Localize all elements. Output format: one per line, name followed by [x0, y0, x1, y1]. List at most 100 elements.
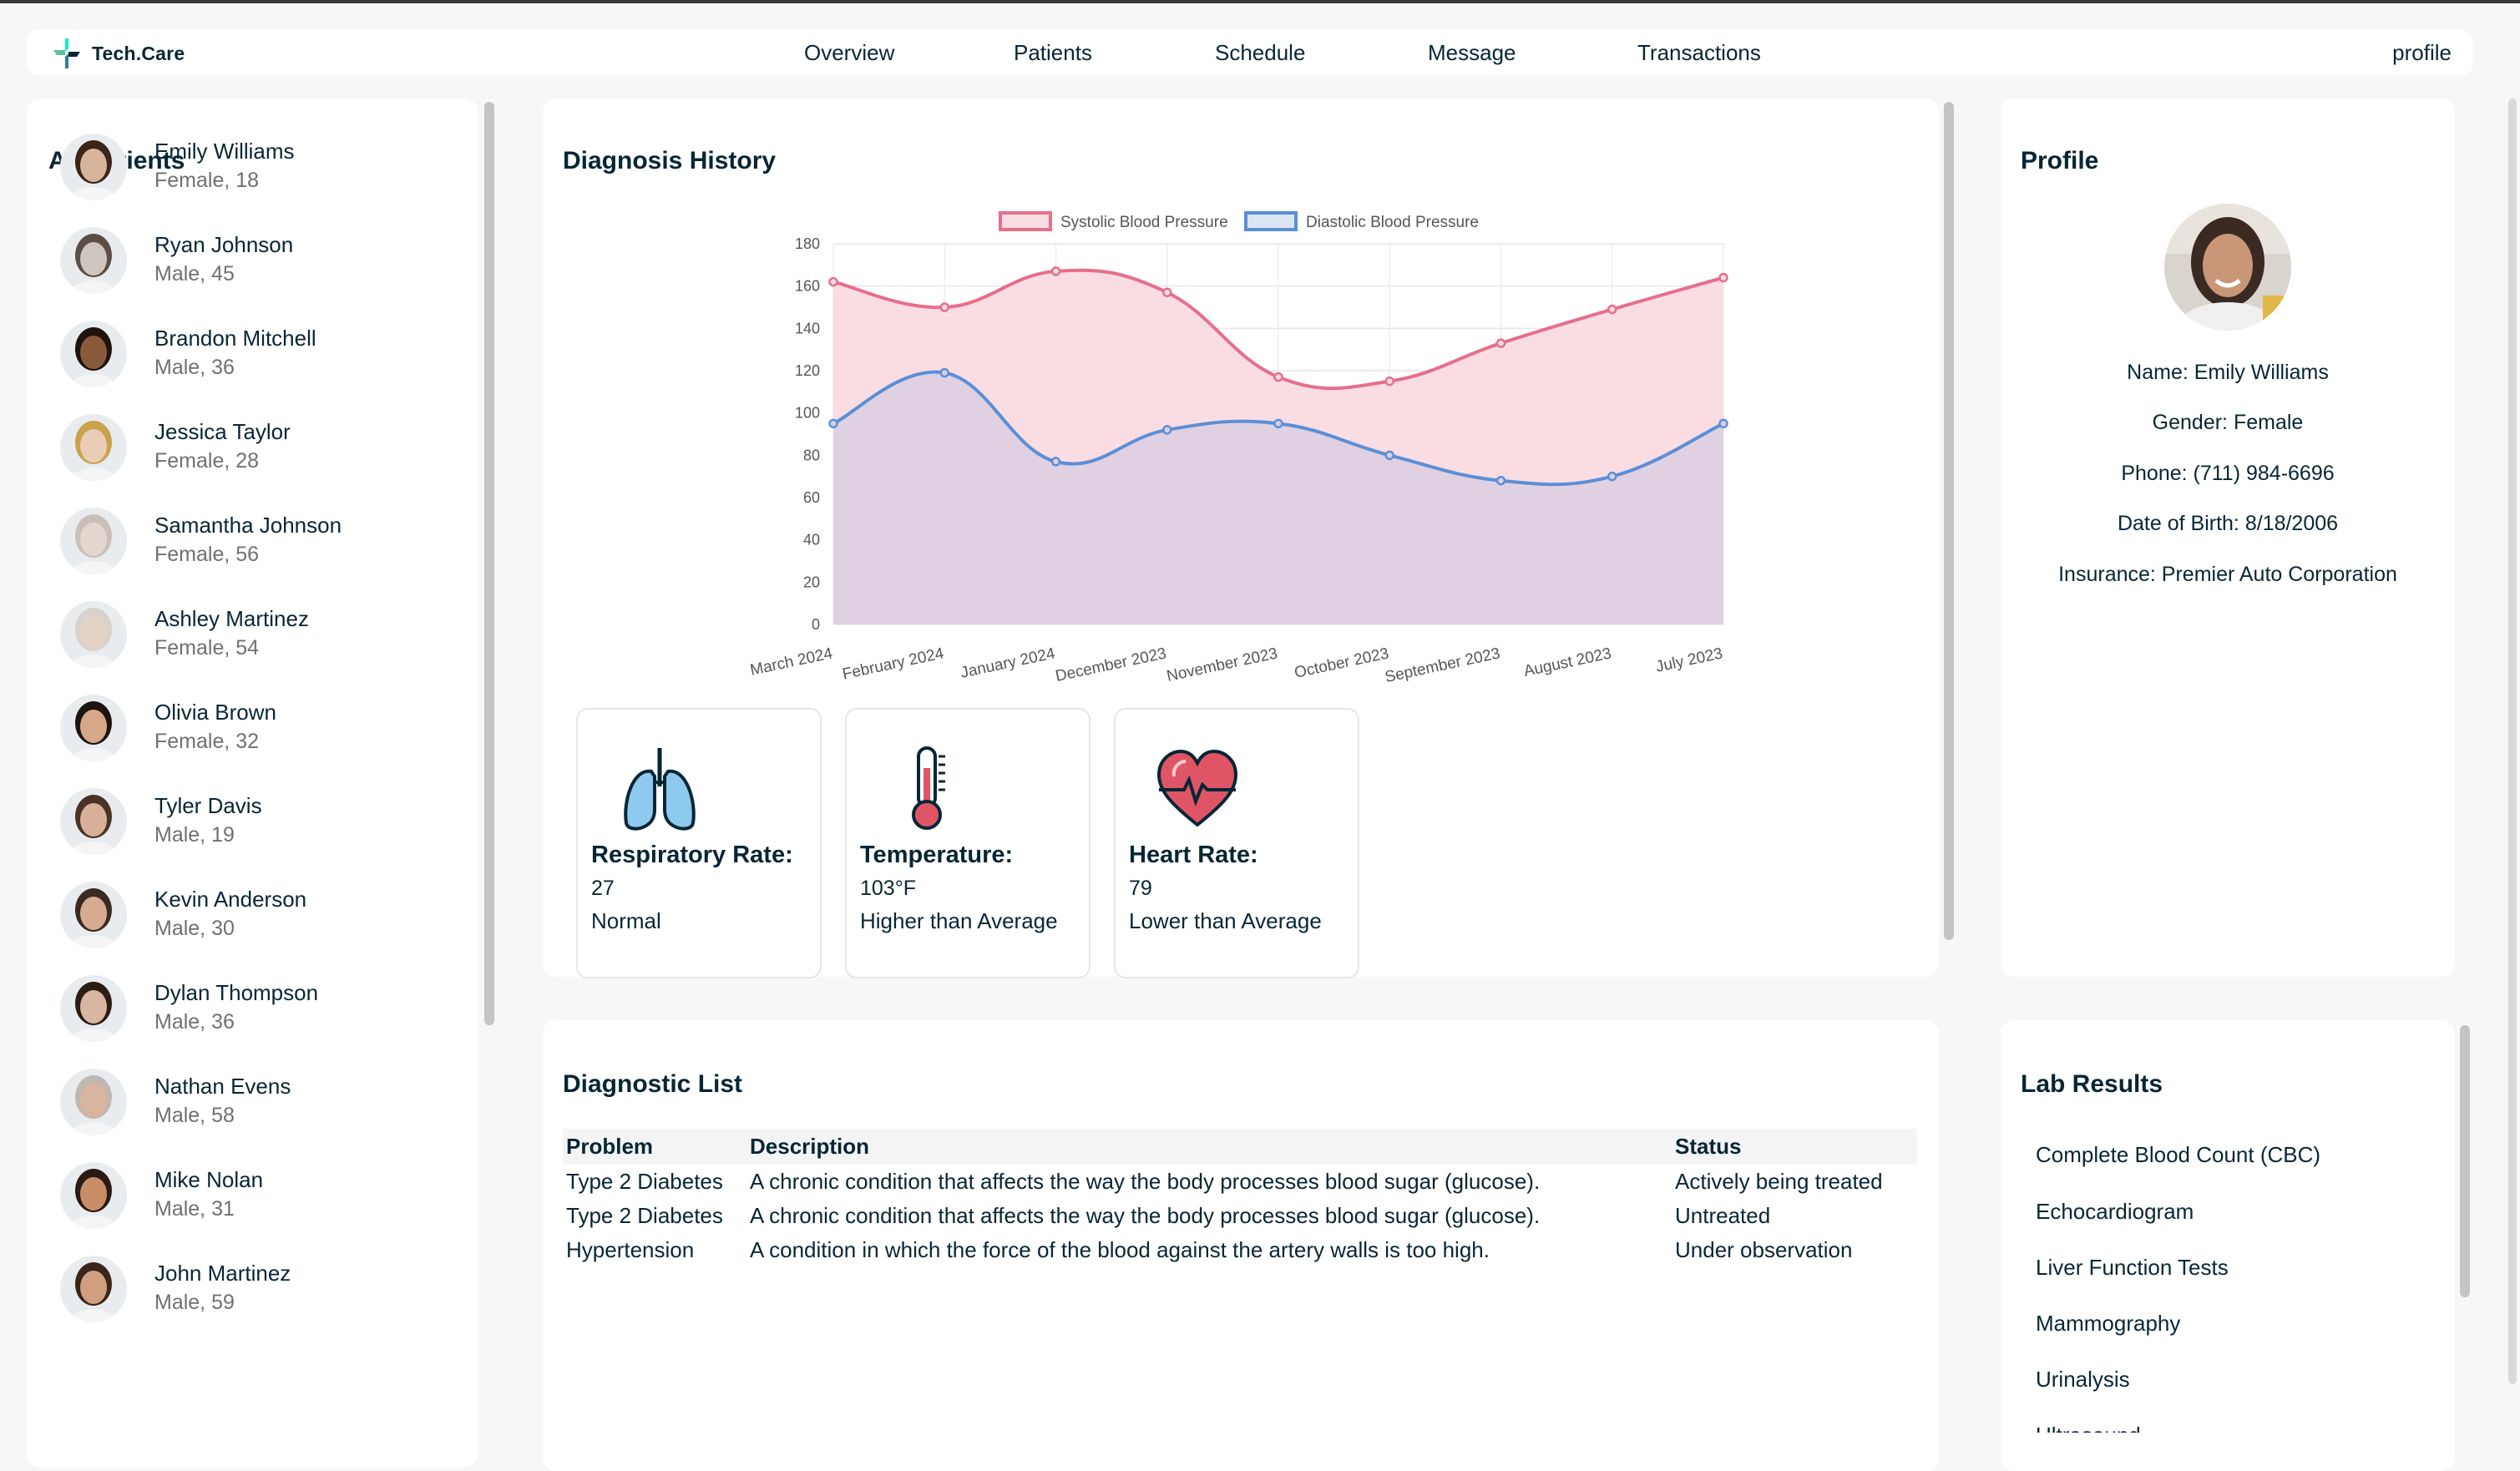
x-tick-label: March 2024 [749, 645, 835, 679]
patient-avatar [60, 975, 127, 1042]
patient-name: Dylan Thompson [154, 980, 319, 1005]
data-point [939, 302, 949, 312]
header-problem: Problem [563, 1129, 746, 1165]
patient-list-item[interactable]: Olivia Brown Female, 32 [33, 676, 434, 770]
nav-overview[interactable]: Overview [804, 40, 894, 66]
profile-name: Name: Emily Williams [2127, 361, 2329, 384]
nav-patients[interactable]: Patients [1014, 40, 1092, 66]
x-tick-label: February 2024 [841, 645, 946, 683]
patient-avatar [60, 882, 127, 948]
diagnosis-scrollbar[interactable] [1944, 102, 1954, 940]
data-point [1718, 418, 1728, 429]
patient-name: John Martinez [154, 1261, 291, 1286]
diagnostic-table: Problem Description Status Type 2 Diabet… [563, 1129, 1917, 1267]
header-status: Status [1672, 1129, 1917, 1165]
y-tick-label: 100 [795, 405, 820, 422]
patient-gender-age: Female, 54 [154, 636, 260, 660]
data-point [1607, 304, 1617, 315]
patient-list-item[interactable]: Kevin Anderson Male, 30 [33, 863, 434, 957]
patient-gender-age: Female, 56 [154, 543, 260, 566]
patient-list-item[interactable]: Jessica Taylor Female, 28 [33, 396, 434, 489]
lab-result-item[interactable]: Echocardiogram [2036, 1199, 2194, 1225]
vital-card: Heart Rate: 79 Lower than Average [1114, 708, 1359, 978]
lab-result-item[interactable]: Urinalysis [2036, 1367, 2130, 1393]
patient-avatar [60, 1162, 127, 1229]
top-navbar: Tech.Care Overview Patients Schedule Mes… [27, 30, 2473, 75]
patient-name: Ryan Johnson [154, 232, 294, 257]
patient-name: Tyler Davis [154, 793, 262, 818]
patient-avatar [60, 695, 127, 761]
vital-value: 103°F [860, 877, 916, 900]
patient-avatar [60, 788, 127, 855]
nav-message[interactable]: Message [1428, 40, 1516, 66]
table-row[interactable]: Hypertension A condition in which the for… [563, 1233, 1917, 1267]
data-point [1607, 471, 1617, 482]
y-tick-label: 140 [795, 320, 820, 336]
table-row[interactable]: Type 2 Diabetes A chronic condition that … [563, 1165, 1917, 1199]
table-row[interactable]: Type 2 Diabetes A chronic condition that … [563, 1199, 1917, 1233]
lungs-icon [618, 743, 701, 835]
cell-status: Actively being treated [1675, 1169, 1883, 1194]
patient-name: Samantha Johnson [154, 513, 342, 538]
profile-dob: Date of Birth: 8/18/2006 [2117, 512, 2339, 535]
vital-title: Respiratory Rate: [591, 842, 793, 868]
patient-gender-age: Male, 58 [154, 1104, 235, 1127]
y-tick-label: 40 [803, 532, 820, 548]
lab-result-item[interactable]: Mammography [2036, 1311, 2180, 1337]
data-point [1718, 272, 1728, 283]
nav-profile-link[interactable]: profile [2392, 40, 2452, 66]
patient-name: Emily Williams [154, 139, 295, 164]
lab-results-title: Lab Results [2021, 1070, 2163, 1098]
x-tick-label: January 2024 [959, 645, 1057, 682]
profile-insurance: Insurance: Premier Auto Corporation [2058, 563, 2397, 586]
y-tick-label: 80 [803, 447, 820, 463]
patient-name: Kevin Anderson [154, 887, 307, 912]
blood-pressure-chart: Systolic Blood Pressure Diastolic Blood … [749, 211, 1728, 686]
patient-name: Brandon Mitchell [154, 326, 316, 351]
patient-list-item[interactable]: Dylan Thompson Male, 36 [33, 957, 434, 1050]
page-scrollbar[interactable] [2508, 99, 2517, 1384]
patient-name: Mike Nolan [154, 1167, 264, 1192]
cell-status: Untreated [1675, 1203, 1771, 1228]
y-tick-label: 20 [803, 574, 820, 590]
data-point [1273, 418, 1283, 429]
vital-title: Temperature: [860, 842, 1014, 868]
y-tick-label: 180 [795, 235, 820, 252]
patient-avatar [60, 601, 127, 668]
lab-results-scrollbar[interactable] [2460, 1025, 2470, 1297]
lab-result-item[interactable]: Liver Function Tests [2036, 1255, 2229, 1281]
y-tick-label: 60 [803, 489, 820, 506]
patient-list-item[interactable]: Brandon Mitchell Male, 36 [33, 302, 434, 396]
cell-description: A chronic condition that affects the way… [750, 1203, 1541, 1228]
legend-swatch-diastolic [1244, 211, 1298, 231]
nav-schedule[interactable]: Schedule [1215, 40, 1305, 66]
patient-list-item[interactable]: Emily Williams Female, 18 [33, 115, 434, 209]
patients-scrollbar[interactable] [484, 102, 494, 1025]
cell-problem: Type 2 Diabetes [566, 1203, 723, 1228]
y-tick-label: 120 [795, 362, 820, 379]
patient-gender-age: Female, 32 [154, 730, 260, 753]
patient-gender-age: Male, 36 [154, 1010, 235, 1034]
lab-result-item[interactable]: Ultrasound [2036, 1423, 2141, 1433]
profile-gender: Gender: Female [2152, 411, 2304, 434]
legend-label-diastolic: Diastolic Blood Pressure [1306, 214, 1479, 231]
vital-note: Lower than Average [1129, 908, 1322, 933]
x-tick-label: November 2023 [1165, 645, 1279, 685]
patient-list-item[interactable]: Mike Nolan Male, 31 [33, 1144, 434, 1237]
patient-gender-age: Male, 45 [154, 262, 235, 286]
nav-transactions[interactable]: Transactions [1637, 40, 1761, 66]
patient-list-item[interactable]: Samantha Johnson Female, 56 [33, 489, 434, 583]
patient-list-item[interactable]: Tyler Davis Male, 19 [33, 770, 434, 863]
vital-card: Temperature: 103°F Higher than Average [845, 708, 1090, 978]
patient-list-item[interactable]: Ryan Johnson Male, 45 [33, 209, 434, 302]
patient-list-item[interactable]: John Martinez Male, 59 [33, 1237, 434, 1331]
diagnostic-table-header: Problem Description Status [563, 1129, 1917, 1165]
lab-result-item[interactable]: Complete Blood Count (CBC) [2036, 1142, 2320, 1168]
patient-list-item[interactable]: Nathan Evens Male, 58 [33, 1050, 434, 1144]
data-point [1050, 266, 1061, 276]
x-tick-label: August 2023 [1522, 645, 1613, 680]
vital-value: 79 [1129, 877, 1152, 900]
vital-title: Heart Rate: [1129, 842, 1258, 868]
logo[interactable]: Tech.Care [50, 35, 185, 72]
patient-list-item[interactable]: Ashley Martinez Female, 54 [33, 583, 434, 676]
